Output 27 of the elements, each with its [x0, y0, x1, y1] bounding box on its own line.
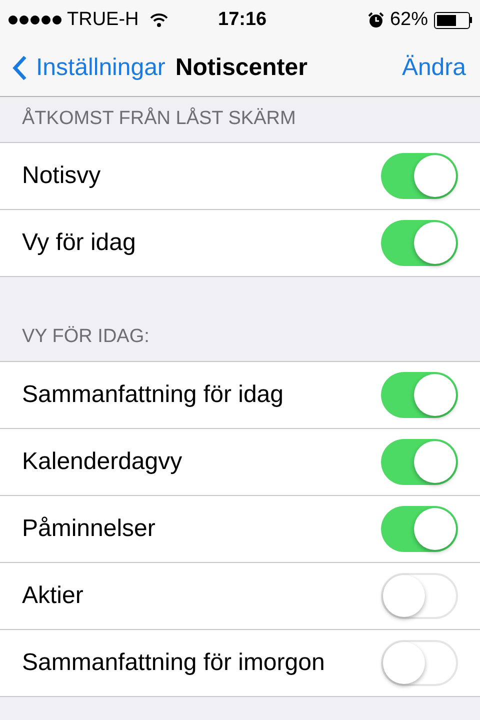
row-label: Sammanfattning för idag [22, 380, 284, 410]
toggle-switch[interactable] [381, 153, 458, 199]
toggle-switch[interactable] [381, 573, 458, 619]
toggle-switch[interactable] [381, 640, 458, 686]
back-button[interactable]: Inställningar [12, 50, 166, 86]
toggle-switch[interactable] [381, 220, 458, 266]
row-label: Sammanfattning för imorgon [22, 648, 325, 678]
row-label: Notisvy [22, 161, 101, 191]
row-label: Kalenderdagvy [22, 447, 182, 477]
battery-icon [434, 12, 472, 28]
alarm-clock-icon [368, 12, 384, 28]
toggle-switch[interactable] [381, 506, 458, 552]
clock-time: 17:16 [218, 8, 267, 32]
row-label: Aktier [22, 581, 84, 611]
page-title: Notiscenter [175, 53, 308, 83]
row-label: Vy för idag [22, 228, 136, 258]
toggle-switch[interactable] [381, 439, 458, 485]
section-header: VY FÖR IDAG: [22, 324, 150, 348]
toggle-switch[interactable] [381, 372, 458, 418]
battery-percentage: 62% [390, 8, 428, 32]
row-label: Påminnelser [22, 514, 156, 544]
carrier-name: TRUE-H [67, 8, 139, 32]
section-header: ÅTKOMST FRÅN LÅST SKÄRM [22, 106, 296, 132]
chevron-left-icon [12, 55, 28, 81]
signal-icon [8, 15, 62, 25]
wifi-icon [150, 13, 168, 27]
edit-button[interactable]: Ändra [402, 50, 466, 86]
